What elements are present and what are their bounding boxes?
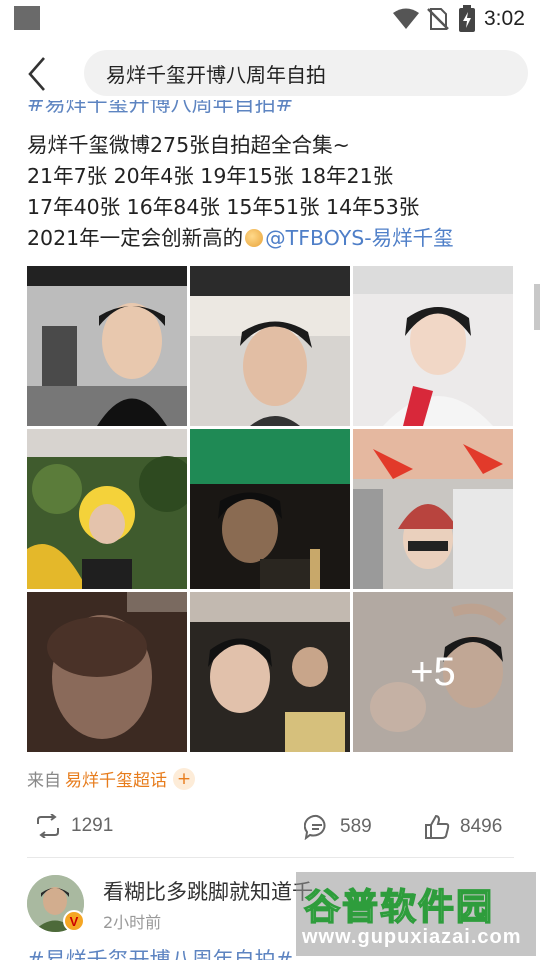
divider xyxy=(27,857,514,858)
status-bar: 3:02 xyxy=(0,0,540,38)
watermark-url: www.gupuxiazai.com xyxy=(302,926,522,948)
photo-thumbnail[interactable] xyxy=(190,266,350,426)
source-prefix: 来自 xyxy=(27,771,61,791)
author-name[interactable]: 看糊比多跳脚就知道千 xyxy=(103,876,313,906)
emoji-icon xyxy=(245,229,264,247)
repost-count: 1291 xyxy=(71,815,114,836)
more-photos-count: +5 xyxy=(353,592,513,752)
back-button[interactable] xyxy=(22,54,52,94)
post-time: 2小时前 xyxy=(103,913,162,932)
scrollbar-thumb[interactable] xyxy=(534,284,540,330)
photo-thumbnail[interactable] xyxy=(27,266,187,426)
repost-icon xyxy=(37,814,59,838)
chevron-left-icon xyxy=(28,57,45,91)
search-input[interactable]: 易烊千玺开博八周年自拍 xyxy=(84,50,528,96)
like-button[interactable]: 8496 xyxy=(424,814,502,840)
photo-thumbnail[interactable] xyxy=(190,592,350,752)
post-source: 来自 易烊千玺超话 + xyxy=(27,766,195,791)
photo-grid: +5 xyxy=(27,266,514,752)
source-supertopic-link[interactable]: 易烊千玺超话 xyxy=(65,766,167,791)
photo-thumbnail[interactable] xyxy=(353,266,513,426)
thumbs-up-icon xyxy=(425,814,450,839)
post-text: 易烊千玺微博275张自拍超全合集~ 21年7张 20年4张 19年15张 18年… xyxy=(27,130,515,254)
comment-button[interactable]: 589 xyxy=(304,814,372,840)
post-line-3: 17年40张 16年84张 15年51张 14年53张 xyxy=(27,195,420,219)
notification-square-icon xyxy=(14,6,40,30)
top-bar: 易烊千玺开博八周年自拍 xyxy=(0,38,540,108)
repost-button[interactable]: 1291 xyxy=(35,814,113,838)
clock-text: 3:02 xyxy=(484,7,525,30)
search-query-text: 易烊千玺开博八周年自拍 xyxy=(106,64,326,87)
photo-thumbnail[interactable] xyxy=(190,429,350,589)
mention-link[interactable]: @TFBOYS-易烊千玺 xyxy=(265,226,453,250)
photo-thumbnail[interactable] xyxy=(353,429,513,589)
photo-thumbnail[interactable] xyxy=(27,592,187,752)
topic-tag-link[interactable]: #易烊千玺开博八周年自拍# xyxy=(27,944,293,960)
post-line-2: 21年7张 20年4张 19年15张 18年21张 xyxy=(27,164,394,188)
wifi-icon xyxy=(393,8,419,29)
comment-count: 589 xyxy=(340,816,372,837)
photo-thumbnail[interactable]: +5 xyxy=(353,592,513,752)
verified-badge-icon: V xyxy=(63,910,85,932)
topic-tag-partial[interactable]: #易烊千玺开博八周年自拍# xyxy=(27,100,515,124)
post-line-4: 2021年一定会创新高的 @TFBOYS-易烊千玺 xyxy=(27,226,454,250)
post-line-1: 易烊千玺微博275张自拍超全合集~ xyxy=(27,133,350,157)
comment-icon xyxy=(304,814,326,840)
battery-charging-icon xyxy=(459,5,475,32)
site-watermark: 谷普软件园 www.gupuxiazai.com xyxy=(296,872,536,956)
post-actions: 1291 589 8496 xyxy=(27,814,514,848)
like-count: 8496 xyxy=(460,816,503,837)
photo-thumbnail[interactable] xyxy=(27,429,187,589)
no-sim-icon xyxy=(427,8,449,30)
watermark-logo-text: 谷普软件园 xyxy=(303,886,495,929)
follow-supertopic-button[interactable]: + xyxy=(173,767,195,790)
